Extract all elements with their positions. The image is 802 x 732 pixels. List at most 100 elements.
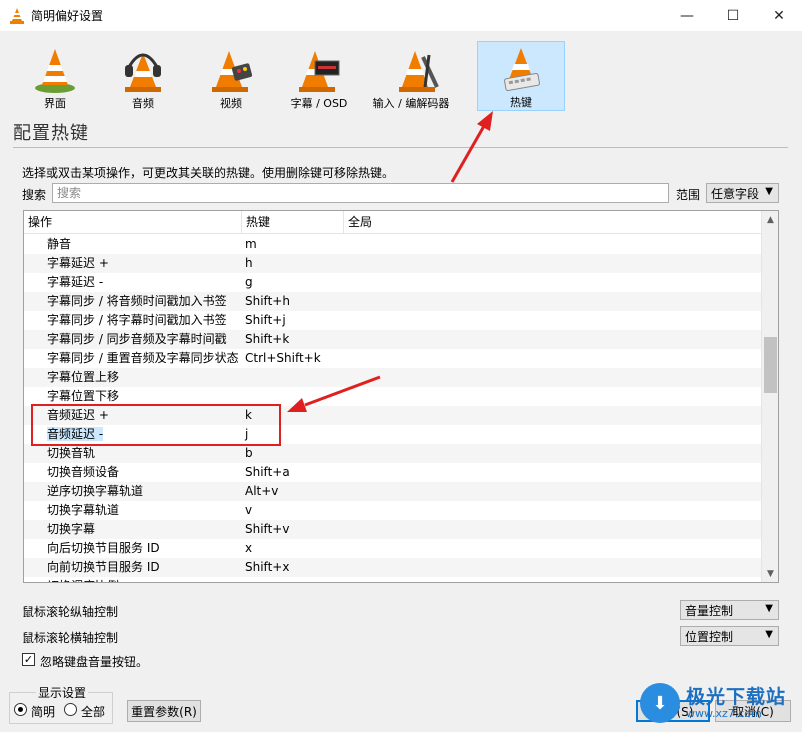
radio-simple-label: 简明 bbox=[31, 705, 56, 719]
table-row[interactable]: 切换字幕 Shift+v bbox=[24, 520, 763, 539]
action-cell: 切换调度比例 bbox=[47, 577, 119, 582]
watermark-url: www.xz7.com bbox=[686, 707, 762, 720]
chevron-down-icon: ▼ bbox=[765, 629, 773, 640]
action-text: 字幕同步 / 将字幕时间戳加入书签 bbox=[47, 313, 227, 327]
hotkey-cell: Alt+v bbox=[245, 484, 279, 498]
table-row[interactable]: 向前切换节目服务 ID Shift+x bbox=[24, 558, 763, 577]
action-text: 字幕位置上移 bbox=[47, 370, 120, 384]
hotkey-cell: x bbox=[245, 541, 253, 555]
table-row[interactable]: 逆序切换字幕轨道 Alt+v bbox=[24, 482, 763, 501]
highlight-box bbox=[31, 404, 281, 446]
table-row[interactable]: 切换调度比例 bbox=[24, 577, 763, 582]
table-row[interactable]: 向后切换节目服务 ID x bbox=[24, 539, 763, 558]
table-header: 操作 热键 全局 bbox=[24, 211, 763, 234]
mouse-wheel-horizontal-label: 鼠标滚轮横轴控制 bbox=[22, 631, 119, 645]
hotkey-cell: Shift+a bbox=[245, 465, 290, 479]
category-label: 字幕 / OSD bbox=[290, 97, 348, 110]
radio-all-label: 全部 bbox=[81, 705, 106, 719]
category-interface[interactable]: 界面 bbox=[11, 41, 99, 111]
reset-button[interactable]: 重置参数(R) bbox=[127, 700, 201, 722]
category-video[interactable]: 视频 bbox=[187, 41, 275, 111]
hint-text: 选择或双击某项操作，可更改其关联的热键。使用删除键可移除热键。 bbox=[22, 166, 395, 180]
table-row[interactable]: 字幕同步 / 将字幕时间戳加入书签 Shift+j bbox=[24, 311, 763, 330]
category-label: 输入 / 编解码器 bbox=[372, 97, 450, 110]
action-text: 字幕同步 / 同步音频及字幕时间戳 bbox=[47, 332, 227, 346]
mouse-wheel-horizontal-dropdown[interactable]: 位置控制 ▼ bbox=[680, 626, 779, 646]
maximize-button[interactable]: ☐ bbox=[710, 0, 756, 31]
ignore-volume-keys-label: 忽略键盘音量按钮。 bbox=[40, 655, 149, 669]
subtitle-osd-cone-icon bbox=[294, 45, 344, 93]
scrollbar-thumb[interactable] bbox=[764, 337, 777, 393]
hotkey-cell: h bbox=[245, 256, 253, 270]
table-row[interactable]: 字幕延迟 + h bbox=[24, 254, 763, 273]
hotkey-cell: g bbox=[245, 275, 253, 289]
scroll-up-icon[interactable]: ▲ bbox=[762, 211, 778, 228]
table-row[interactable]: 字幕延迟 - g bbox=[24, 273, 763, 292]
category-hotkeys[interactable]: 热键 bbox=[477, 41, 565, 111]
action-cell: 切换字幕轨道 bbox=[47, 501, 119, 520]
action-cell: 字幕位置上移 bbox=[47, 368, 119, 387]
hotkey-cell: v bbox=[245, 503, 253, 517]
table-row[interactable]: 切换字幕轨道 v bbox=[24, 501, 763, 520]
scroll-down-icon[interactable]: ▼ bbox=[762, 565, 778, 582]
radio-simple[interactable] bbox=[14, 703, 27, 716]
close-button[interactable]: ✕ bbox=[756, 0, 802, 31]
action-cell: 切换音频设备 bbox=[47, 463, 119, 482]
action-text: 字幕同步 / 重置音频及字幕同步状态 bbox=[47, 351, 239, 365]
hotkey-cell: Shift+x bbox=[245, 560, 290, 574]
action-text: 字幕延迟 - bbox=[47, 275, 104, 289]
action-cell: 逆序切换字幕轨道 bbox=[47, 482, 143, 501]
vertical-scrollbar[interactable]: ▲ ▼ bbox=[761, 211, 778, 582]
table-row[interactable]: 字幕同步 / 将音频时间戳加入书签 Shift+h bbox=[24, 292, 763, 311]
category-label: 热键 bbox=[510, 96, 532, 109]
watermark: ⬇ 极光下载站 www.xz7.com bbox=[640, 678, 798, 728]
radio-all[interactable] bbox=[64, 703, 77, 716]
display-settings-title: 显示设置 bbox=[36, 684, 89, 701]
action-text: 切换音轨 bbox=[47, 446, 96, 460]
mouse-wheel-vertical-dropdown[interactable]: 音量控制 ▼ bbox=[680, 600, 779, 620]
table-row[interactable]: 切换音频设备 Shift+a bbox=[24, 463, 763, 482]
scope-value: 任意字段 bbox=[711, 186, 760, 201]
vlc-cone-icon bbox=[9, 7, 25, 24]
chevron-down-icon: ▼ bbox=[765, 186, 773, 197]
column-header-global[interactable]: 全局 bbox=[344, 211, 763, 234]
category-input-codec[interactable]: 输入 / 编解码器 bbox=[372, 41, 463, 111]
table-row[interactable]: 切换音轨 b bbox=[24, 444, 763, 463]
action-text: 向后切换节目服务 ID bbox=[47, 541, 160, 555]
table-row[interactable]: 静音 m bbox=[24, 235, 763, 254]
category-audio[interactable]: 音频 bbox=[99, 41, 187, 111]
search-input[interactable] bbox=[52, 183, 669, 203]
column-header-action[interactable]: 操作 bbox=[24, 211, 242, 234]
action-cell: 字幕同步 / 同步音频及字幕时间戳 bbox=[47, 330, 227, 349]
audio-headphones-cone-icon bbox=[118, 45, 168, 93]
action-text: 字幕同步 / 将音频时间戳加入书签 bbox=[47, 294, 227, 308]
category-subtitle-osd[interactable]: 字幕 / OSD bbox=[275, 41, 363, 111]
action-text: 切换字幕轨道 bbox=[47, 503, 120, 517]
minimize-button[interactable]: — bbox=[664, 0, 710, 31]
action-text: 字幕位置下移 bbox=[47, 389, 120, 403]
interface-cone-icon bbox=[30, 45, 80, 93]
mouse-wheel-horizontal-value: 位置控制 bbox=[685, 629, 734, 644]
action-text: 字幕延迟 + bbox=[47, 256, 109, 270]
ignore-volume-keys-checkbox[interactable]: ✓ bbox=[22, 653, 35, 666]
action-cell: 字幕延迟 - bbox=[47, 273, 103, 292]
hotkey-cell: Shift+v bbox=[245, 522, 290, 536]
action-text: 切换调度比例 bbox=[47, 579, 119, 582]
chevron-down-icon: ▼ bbox=[765, 603, 773, 614]
action-cell: 字幕同步 / 重置音频及字幕同步状态 bbox=[47, 349, 239, 368]
hotkey-cell: m bbox=[245, 237, 257, 251]
table-row[interactable]: 字幕位置上移 bbox=[24, 368, 763, 387]
hotkey-cell: Shift+k bbox=[245, 332, 290, 346]
watermark-name: 极光下载站 bbox=[686, 686, 787, 708]
column-header-hotkey[interactable]: 热键 bbox=[242, 211, 344, 234]
category-label: 音频 bbox=[132, 97, 154, 110]
input-codec-cone-icon bbox=[394, 45, 444, 93]
section-title: 配置热键 bbox=[13, 123, 89, 144]
hotkey-cell: Shift+j bbox=[245, 313, 286, 327]
table-row[interactable]: 字幕同步 / 同步音频及字幕时间戳 Shift+k bbox=[24, 330, 763, 349]
hotkeys-table[interactable]: 操作 热键 全局 静音 m 字幕延迟 + h 字幕延迟 - g 字幕同步 / 将音频时间戳加… bbox=[23, 210, 779, 583]
scope-dropdown[interactable]: 任意字段 ▼ bbox=[706, 183, 779, 203]
table-row[interactable]: 字幕同步 / 重置音频及字幕同步状态 Ctrl+Shift+k bbox=[24, 349, 763, 368]
hotkey-cell: b bbox=[245, 446, 253, 460]
category-toolbar: 界面 音频 视频 字幕 / OSD 输入 / 编解码器 热键 bbox=[0, 38, 802, 112]
